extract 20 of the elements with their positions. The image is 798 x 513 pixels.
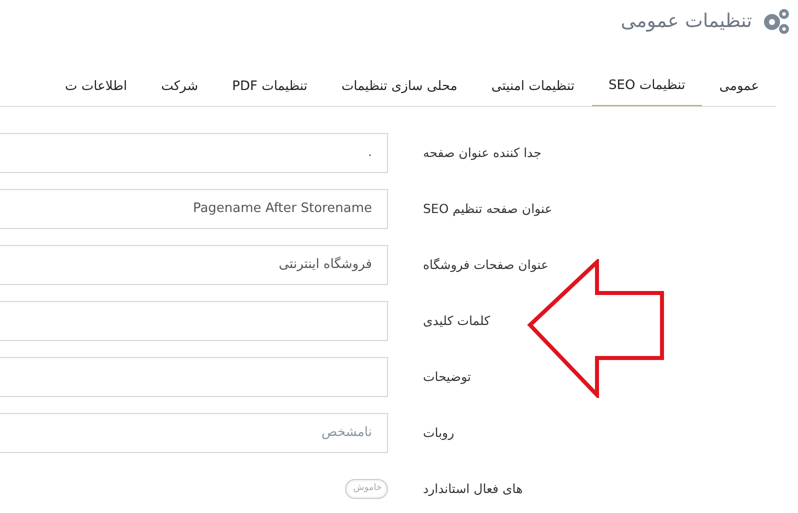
text-field[interactable]: . bbox=[0, 133, 388, 173]
field-label: های فعال استاندارد bbox=[423, 480, 524, 498]
tab[interactable]: محلی سازی تنظیمات bbox=[324, 67, 474, 106]
tab[interactable]: تنظیمات SEO bbox=[592, 67, 702, 106]
field-label: روبات bbox=[423, 424, 456, 442]
text-field[interactable]: Pagename After Storename bbox=[0, 189, 388, 229]
field-label: عنوان صفحات فروشگاه bbox=[423, 256, 550, 274]
field-label: توضیحات bbox=[423, 368, 472, 386]
tab[interactable]: تنظیمات PDF bbox=[215, 67, 324, 106]
text-field[interactable]: فروشگاه اینترنتی bbox=[0, 245, 388, 285]
tab[interactable]: شرکت bbox=[144, 67, 216, 106]
field-label: عنوان صفحه تنظیم SEO bbox=[423, 200, 554, 218]
tab[interactable]: عمومی bbox=[702, 67, 776, 106]
tab[interactable]: اطلاعات ت bbox=[48, 67, 144, 106]
field-label: جدا کننده عنوان صفحه bbox=[423, 144, 542, 162]
field-label: کلمات کلیدی bbox=[423, 312, 492, 330]
page-title: تنظیمات عمومی bbox=[620, 8, 752, 34]
text-field[interactable] bbox=[0, 357, 388, 397]
tab[interactable]: تنظیمات امنیتی bbox=[474, 67, 592, 106]
text-field[interactable] bbox=[0, 301, 388, 341]
